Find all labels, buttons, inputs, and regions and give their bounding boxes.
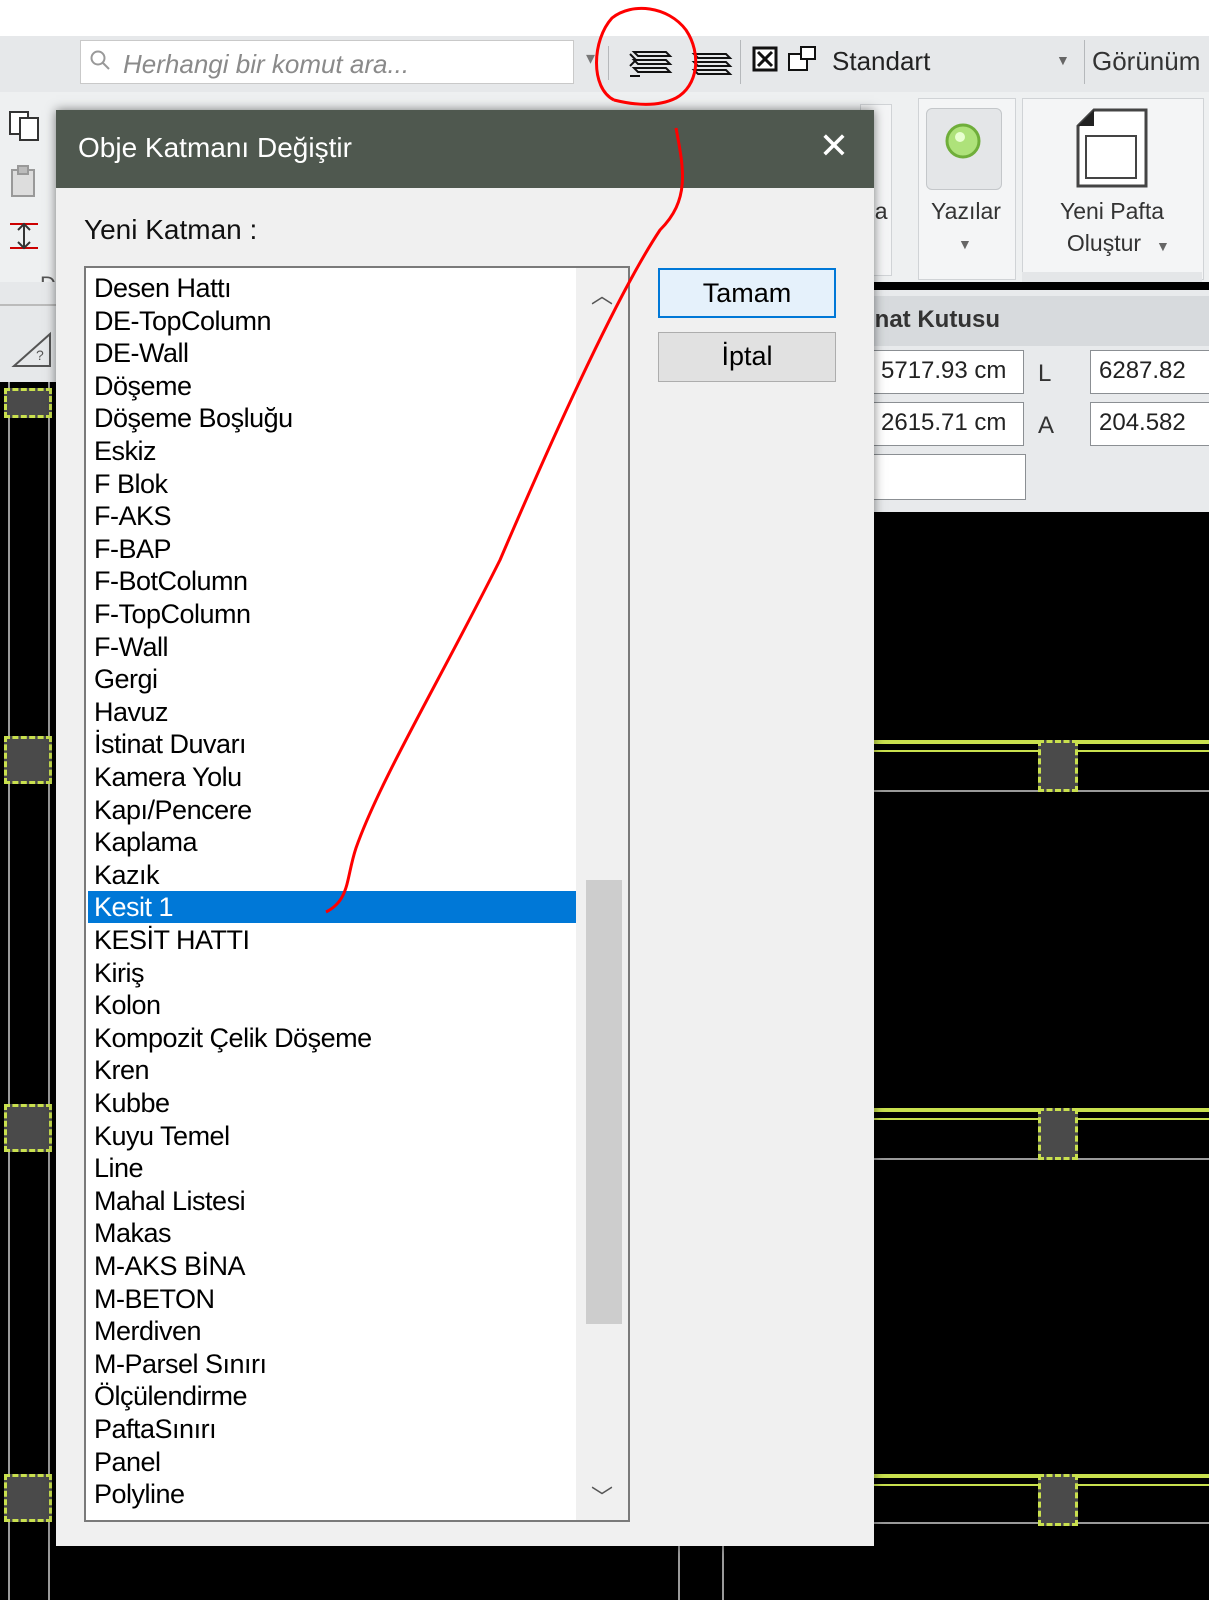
annotation-arrow-line [325, 127, 684, 914]
annotation-circle [595, 6, 698, 106]
red-annotation-overlay [325, 6, 698, 914]
